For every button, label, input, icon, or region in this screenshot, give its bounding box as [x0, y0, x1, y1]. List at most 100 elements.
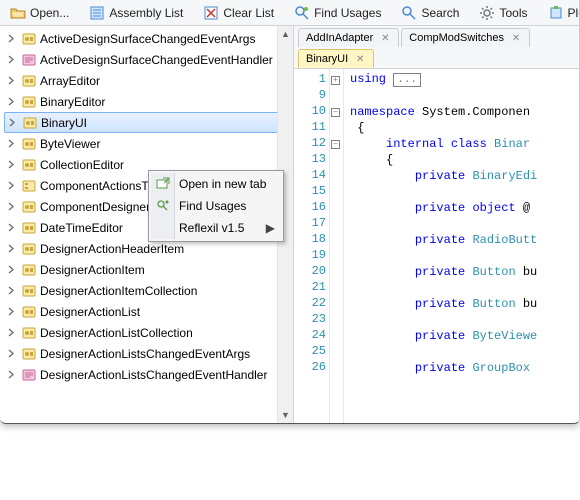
- class-icon: [21, 73, 37, 89]
- class-icon: [21, 346, 37, 362]
- tab[interactable]: AddInAdapter ✕: [298, 28, 399, 47]
- class-icon: [21, 367, 37, 383]
- class-icon: [21, 52, 37, 68]
- tree-item[interactable]: DesignerActionListCollection: [0, 322, 293, 343]
- context-menu: Open in new tab Find Usages Reflexil v1.5▶: [148, 170, 284, 242]
- expander-icon[interactable]: [6, 327, 18, 339]
- tools-button[interactable]: Tools: [473, 2, 533, 24]
- context-menu-item[interactable]: Find Usages: [151, 195, 281, 217]
- context-menu-item[interactable]: Open in new tab: [151, 173, 281, 195]
- plugins-button[interactable]: Plugins: [542, 2, 580, 24]
- tab[interactable]: BinaryUI ✕: [298, 49, 374, 68]
- tree-item-label: DesignerActionList: [40, 305, 140, 319]
- expander-icon[interactable]: [6, 75, 18, 87]
- line-number: 16: [294, 199, 326, 215]
- class-icon: [21, 262, 37, 278]
- code-line: private Button bu: [350, 296, 537, 312]
- expander-icon[interactable]: [7, 117, 19, 129]
- class-icon: [21, 304, 37, 320]
- expander-icon[interactable]: [6, 54, 18, 66]
- tree-item[interactable]: ArrayEditor: [0, 70, 293, 91]
- clear-icon: [203, 5, 219, 21]
- tree-item-label: BinaryUI: [41, 116, 87, 130]
- expander-icon[interactable]: [6, 138, 18, 150]
- expander-icon[interactable]: [6, 33, 18, 45]
- line-number: 20: [294, 263, 326, 279]
- context-menu-label: Open in new tab: [179, 177, 266, 191]
- class-icon: [21, 199, 37, 215]
- class-icon: [21, 178, 37, 194]
- code-line: [350, 248, 537, 264]
- tree-item[interactable]: DesignerActionItem: [0, 259, 293, 280]
- fold-collapse-icon[interactable]: −: [331, 140, 340, 149]
- context-menu-item[interactable]: Reflexil v1.5▶: [151, 217, 281, 239]
- tree-item-label: ComponentDesigner: [40, 200, 150, 214]
- scroll-up-icon[interactable]: ▲: [278, 26, 293, 42]
- code-line: [350, 88, 537, 104]
- plugins-label: Plugins: [568, 6, 580, 20]
- tree-item[interactable]: DesignerActionListsChangedEventArgs: [0, 343, 293, 364]
- fold-expand-icon[interactable]: +: [331, 76, 340, 85]
- toolbar: Open... Assembly List Clear List Find Us…: [0, 0, 579, 26]
- open-button[interactable]: Open...: [4, 2, 75, 24]
- line-number: 13: [294, 151, 326, 167]
- tree-item[interactable]: DesignerActionListsChangedEventHandler: [0, 364, 293, 385]
- code-area[interactable]: 191011121314151617181920212223242526 + −…: [294, 69, 579, 423]
- clear-list-button[interactable]: Clear List: [197, 2, 280, 24]
- code-line: private RadioButt: [350, 232, 537, 248]
- tab-close-icon[interactable]: ✕: [354, 53, 366, 65]
- expander-icon[interactable]: [6, 180, 18, 192]
- class-icon: [21, 157, 37, 173]
- tab-close-icon[interactable]: ✕: [379, 32, 391, 44]
- fold-gutter[interactable]: + − −: [330, 69, 344, 423]
- tree-item[interactable]: BinaryUI: [4, 112, 289, 133]
- tree-item[interactable]: ByteViewer: [0, 133, 293, 154]
- expander-icon[interactable]: [6, 159, 18, 171]
- expander-icon[interactable]: [6, 285, 18, 297]
- tree-item-label: DesignerActionHeaderItem: [40, 242, 184, 256]
- tree-item[interactable]: ActiveDesignSurfaceChangedEventArgs: [0, 28, 293, 49]
- expander-icon[interactable]: [6, 348, 18, 360]
- scroll-down-icon[interactable]: ▼: [278, 407, 293, 423]
- context-menu-label: Find Usages: [179, 199, 246, 213]
- expander-icon[interactable]: [6, 222, 18, 234]
- code-body[interactable]: using ... namespace System.Componen { in…: [344, 69, 537, 423]
- tab-close-icon[interactable]: ✕: [510, 32, 522, 44]
- fold-collapse-icon[interactable]: −: [331, 108, 340, 117]
- line-number: 24: [294, 327, 326, 343]
- line-number: 1: [294, 71, 326, 87]
- tree-item[interactable]: BinaryEditor: [0, 91, 293, 112]
- expander-icon[interactable]: [6, 264, 18, 276]
- expander-icon[interactable]: [6, 201, 18, 213]
- expander-icon[interactable]: [6, 96, 18, 108]
- expander-icon[interactable]: [6, 306, 18, 318]
- tab[interactable]: CompModSwitches✕: [401, 28, 530, 47]
- expander-icon[interactable]: [6, 243, 18, 255]
- tree-item-label: DesignerActionItemCollection: [40, 284, 197, 298]
- line-number: 21: [294, 279, 326, 295]
- code-line: {: [350, 152, 537, 168]
- assembly-list-button[interactable]: Assembly List: [83, 2, 189, 24]
- line-number: 17: [294, 215, 326, 231]
- tab-label: BinaryUI: [306, 53, 348, 65]
- tree-item-label: ArrayEditor: [40, 74, 100, 88]
- tree-item[interactable]: ActiveDesignSurfaceChangedEventHandler: [0, 49, 293, 70]
- line-number: 9: [294, 87, 326, 103]
- tab-bar: AddInAdapter✕CompModSwitches✕BinaryUI✕: [294, 26, 579, 69]
- tree-item-label: ByteViewer: [40, 137, 100, 151]
- code-line: [350, 216, 537, 232]
- gear-icon: [479, 5, 495, 21]
- tree-item-label: DesignerActionListsChangedEventHandler: [40, 368, 267, 382]
- assembly-list-label: Assembly List: [109, 6, 183, 20]
- tree-item-label: DesignerActionListsChangedEventArgs: [40, 347, 250, 361]
- list-icon: [89, 5, 105, 21]
- tab-label: AddInAdapter: [306, 32, 373, 44]
- tree-item[interactable]: DesignerActionList: [0, 301, 293, 322]
- class-icon: [21, 220, 37, 236]
- search-button[interactable]: Search: [395, 2, 465, 24]
- line-number: 14: [294, 167, 326, 183]
- find-usages-button[interactable]: Find Usages: [288, 2, 387, 24]
- expander-icon[interactable]: [6, 369, 18, 381]
- tree-item[interactable]: DesignerActionItemCollection: [0, 280, 293, 301]
- class-icon: [21, 136, 37, 152]
